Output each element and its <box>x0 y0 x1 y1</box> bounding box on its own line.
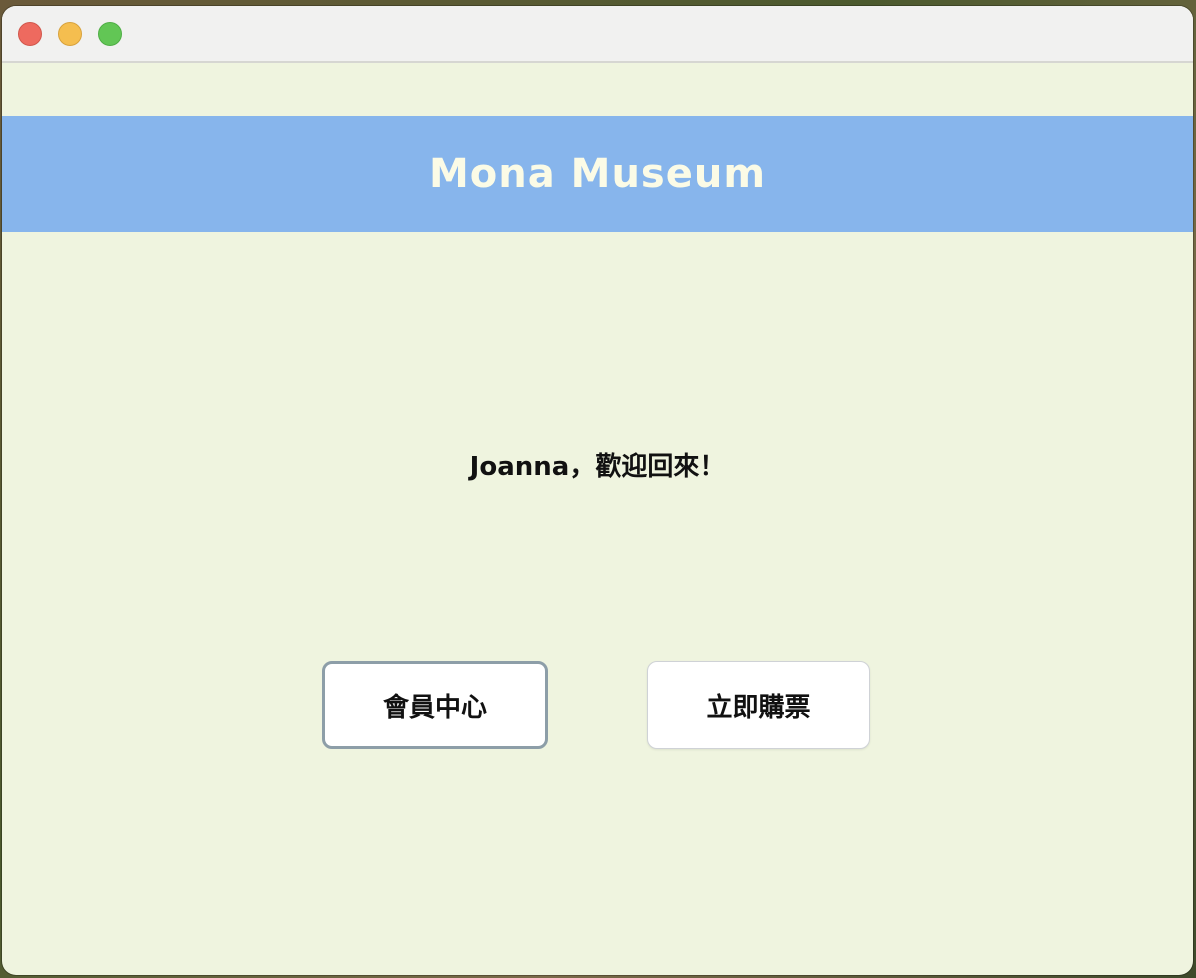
maximize-window-button[interactable] <box>98 22 122 46</box>
member-center-button[interactable]: 會員中心 <box>322 661 548 749</box>
welcome-message: Joanna，歡迎回來！ <box>469 452 726 482</box>
header-banner: Mona Museum <box>2 116 1193 232</box>
page-title: Mona Museum <box>428 151 767 197</box>
close-window-button[interactable] <box>18 22 42 46</box>
minimize-window-button[interactable] <box>58 22 82 46</box>
title-bar <box>2 6 1193 63</box>
buy-tickets-button[interactable]: 立即購票 <box>647 661 870 749</box>
app-window: Mona Museum Joanna，歡迎回來！ 會員中心 立即購票 <box>2 6 1193 975</box>
